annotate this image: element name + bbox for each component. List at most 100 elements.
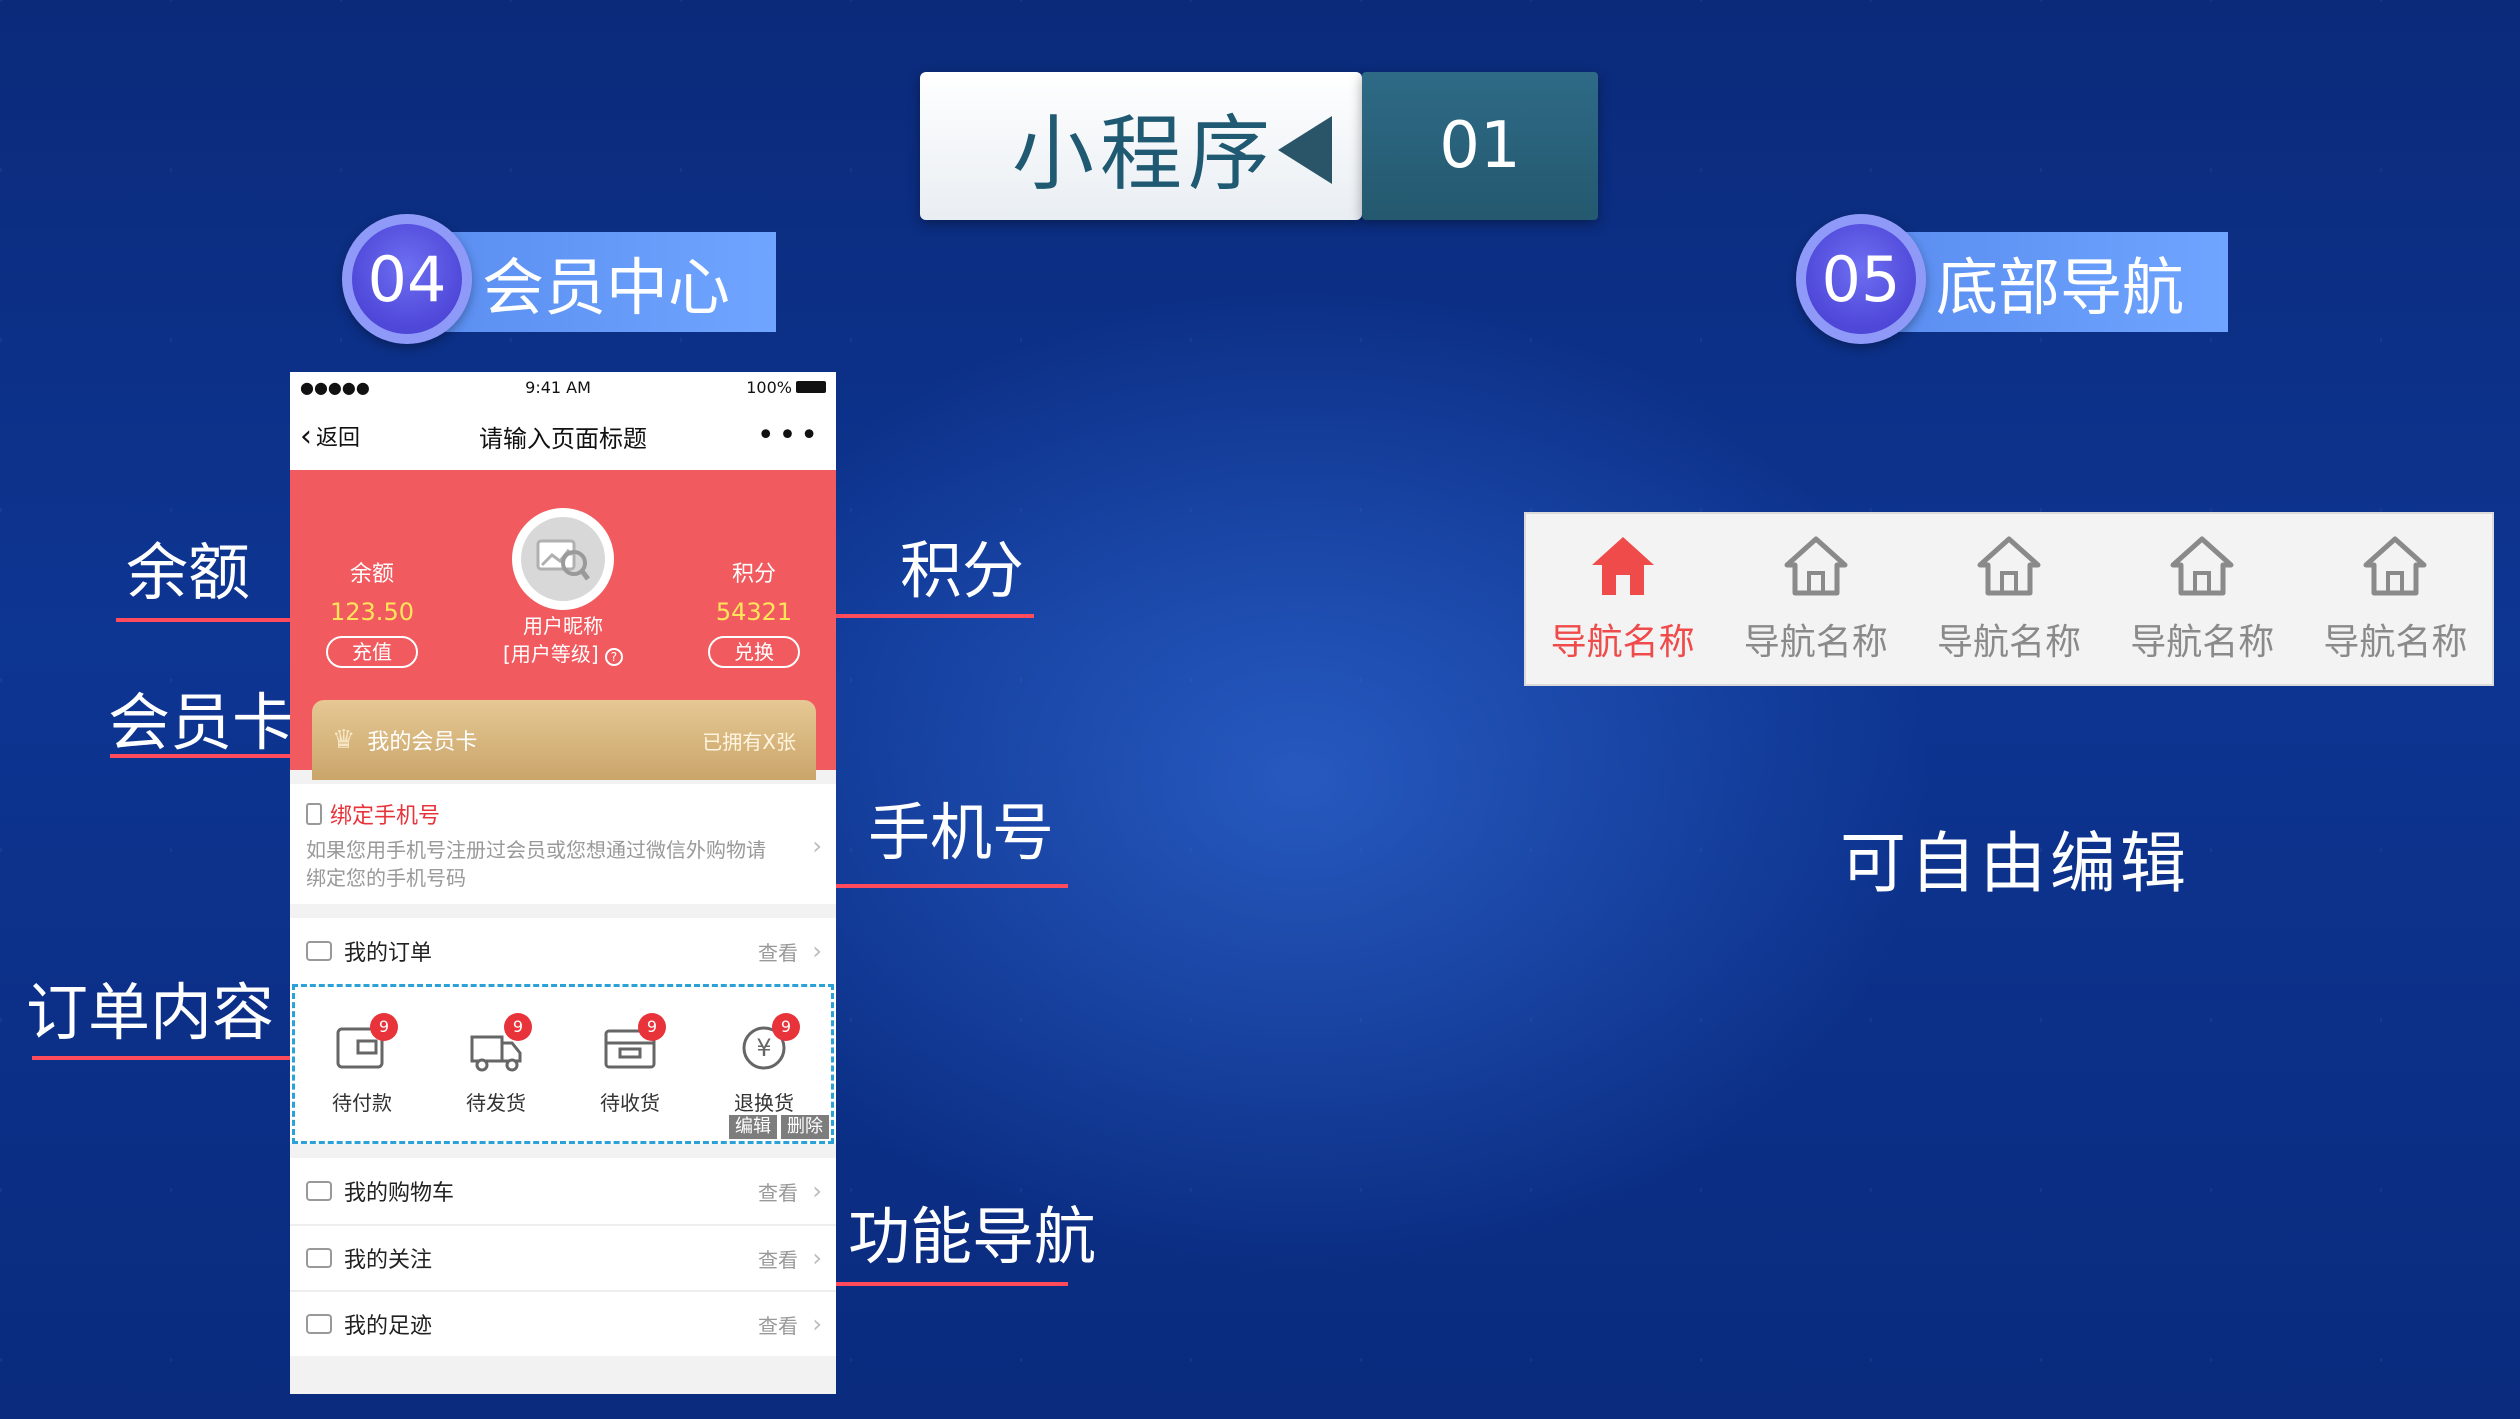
home-icon	[1784, 536, 1848, 596]
order-item-label: 待收货	[600, 1090, 660, 1115]
member-card[interactable]: ♛ 我的会员卡 已拥有X张	[312, 700, 816, 780]
tab-item[interactable]: 导航名称	[1719, 514, 1912, 684]
home-icon	[2170, 536, 2234, 596]
order-item-refund[interactable]: ¥ 9 退换货	[709, 1012, 819, 1116]
crown-icon: ♛	[332, 725, 356, 755]
annotation-line	[110, 754, 290, 758]
orders-row[interactable]: 我的订单 查看 ›	[290, 918, 836, 984]
bind-phone[interactable]: 绑定手机号 如果您用手机号注册过会员或您想通过微信外购物请绑定您的手机号码 ›	[290, 784, 836, 904]
edit-button[interactable]: 编辑	[729, 1115, 777, 1139]
title-arrow-icon	[1278, 116, 1332, 184]
list-item[interactable]: 我的足迹 查看 ›	[290, 1290, 836, 1356]
order-item-label: 待发货	[466, 1090, 526, 1115]
list-item-more: 查看	[758, 1247, 798, 1272]
free-edit-caption: 可自由编辑	[1840, 825, 2190, 902]
section-number-left: 04	[342, 214, 472, 344]
more-button[interactable]: •••	[757, 421, 822, 451]
tab-item[interactable]: 导航名称	[1912, 514, 2105, 684]
battery-icon	[795, 381, 826, 393]
back-label: 返回	[316, 426, 361, 451]
list-icon	[306, 1314, 332, 1334]
signal-icon: ●●●●●	[300, 377, 370, 397]
bottom-nav-sample: 导航名称 导航名称 导航名称 导航名称 导航名称	[1524, 512, 2494, 686]
order-icon	[306, 941, 332, 961]
badge: 9	[772, 1012, 800, 1041]
points-block: 积分 54321 兑换	[694, 556, 814, 668]
tab-item[interactable]: 导航名称	[2299, 514, 2492, 684]
help-icon[interactable]: ?	[604, 648, 623, 666]
list-item-more: 查看	[758, 1313, 798, 1338]
annotation-line	[836, 1282, 1068, 1286]
list-item[interactable]: 我的购物车 查看 ›	[290, 1158, 836, 1224]
annotation-line	[836, 614, 1034, 618]
order-item-pending-payment[interactable]: 9 待付款	[307, 1012, 417, 1116]
order-item-label: 退换货	[734, 1090, 794, 1115]
bind-phone-desc: 如果您用手机号注册过会员或您想通过微信外购物请绑定您的手机号码	[306, 838, 766, 890]
wallet-icon: 9	[334, 1012, 398, 1073]
nav-bar: ‹ 返回 请输入页面标题 •••	[290, 402, 836, 470]
delete-button[interactable]: 删除	[781, 1115, 829, 1139]
list-item-label: 我的足迹	[344, 1314, 433, 1339]
chevron-right-icon: ›	[812, 1310, 822, 1338]
tab-item[interactable]: 导航名称	[1526, 514, 1719, 684]
member-card-count: 已拥有X张	[702, 729, 796, 754]
home-icon	[1591, 537, 1654, 595]
orders-panel: 我的订单 查看 › 9 待付款 9 待发货 9 待收货 ¥ 9 退换货 编辑 删…	[290, 918, 836, 1144]
tab-label: 导航名称	[2323, 622, 2468, 663]
tab-label: 导航名称	[1550, 622, 1695, 663]
user-level-text: [用户等级]	[503, 642, 599, 666]
annotation-function-nav: 功能导航	[848, 1200, 1097, 1273]
annotation-phone: 手机号	[868, 796, 1055, 869]
list-item-label: 我的购物车	[344, 1181, 455, 1206]
order-status-grid: 9 待付款 9 待发货 9 待收货 ¥ 9 退换货 编辑 删除	[292, 984, 834, 1144]
menu-list: 我的购物车 查看 › 我的关注 查看 › 我的足迹 查看 ›	[290, 1158, 836, 1356]
section-label-left: 会员中心	[420, 232, 776, 332]
order-item-pending-receipt[interactable]: 9 待收货	[575, 1012, 685, 1116]
page-title: 小程序	[1012, 106, 1277, 202]
image-placeholder-icon	[521, 517, 605, 601]
annotation-points: 积分	[900, 534, 1025, 607]
annotation-line	[836, 884, 1068, 888]
status-bar: ●●●●● 9:41 AM 100%	[290, 372, 836, 402]
list-icon	[306, 1181, 332, 1201]
svg-text:¥: ¥	[756, 1034, 771, 1062]
avatar[interactable]	[512, 508, 614, 610]
home-icon	[1977, 536, 2041, 596]
truck-icon: 9	[468, 1012, 532, 1073]
order-item-label: 待付款	[332, 1090, 392, 1115]
bind-phone-title-row: 绑定手机号	[306, 798, 820, 830]
annotation-order-content: 订单内容	[26, 976, 275, 1049]
order-item-pending-shipment[interactable]: 9 待发货	[441, 1012, 551, 1116]
list-icon	[306, 1248, 332, 1268]
points-value: 54321	[715, 598, 793, 626]
chevron-left-icon: ‹	[300, 418, 312, 454]
badge: 9	[370, 1012, 398, 1041]
box-icon: 9	[602, 1012, 666, 1073]
member-card-title: 我的会员卡	[367, 730, 478, 755]
chevron-right-icon: ›	[812, 937, 822, 965]
status-time: 9:41 AM	[525, 377, 591, 397]
list-item-label: 我的关注	[344, 1248, 433, 1273]
tab-label: 导航名称	[1743, 622, 1888, 663]
chevron-right-icon: ›	[812, 1177, 822, 1205]
home-icon	[2363, 536, 2427, 596]
list-item-more: 查看	[758, 1180, 798, 1205]
annotation-member-card: 会员卡	[108, 686, 295, 759]
list-item[interactable]: 我的关注 查看 ›	[290, 1224, 836, 1290]
tab-item[interactable]: 导航名称	[2106, 514, 2299, 684]
member-header: 余额 123.50 充值 用户昵称 [用户等级] ? 积分 54321 兑换 ♛…	[290, 470, 836, 780]
points-label: 积分	[731, 562, 776, 587]
redeem-button[interactable]: 兑换	[708, 636, 800, 668]
balance-label: 余额	[349, 562, 394, 587]
phone-icon	[306, 803, 322, 825]
section-number-right: 05	[1796, 214, 1926, 344]
back-button[interactable]: ‹ 返回	[300, 419, 360, 454]
edit-tags: 编辑 删除	[729, 1115, 829, 1139]
battery-indicator: 100%	[746, 378, 826, 397]
nav-title: 请输入页面标题	[479, 424, 647, 453]
section-label-right: 底部导航	[1880, 232, 2228, 332]
annotation-line	[116, 618, 290, 622]
refund-icon: ¥ 9	[736, 1012, 800, 1073]
bind-phone-title: 绑定手机号	[330, 804, 441, 829]
badge: 9	[504, 1012, 532, 1041]
